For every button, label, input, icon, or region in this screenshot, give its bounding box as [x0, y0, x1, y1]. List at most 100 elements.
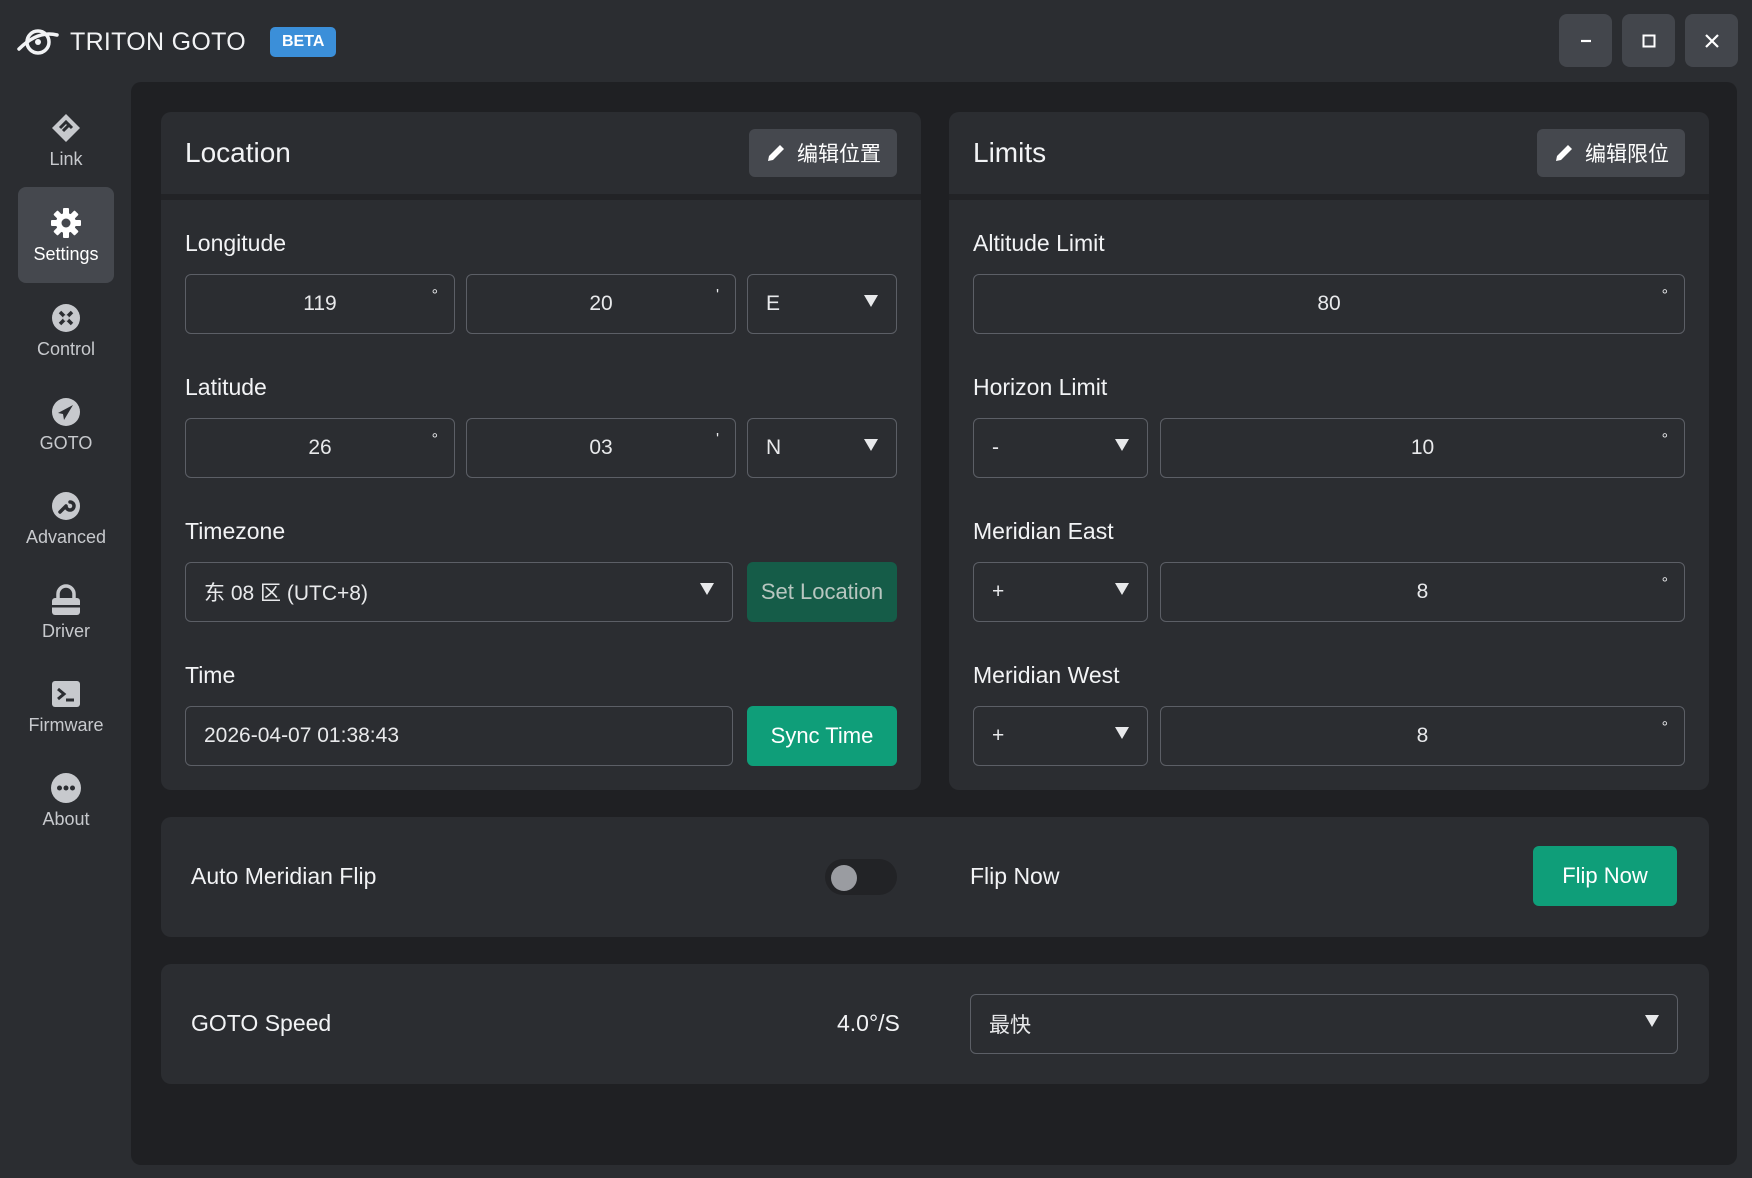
- goto-speed-select[interactable]: 最快: [970, 994, 1678, 1054]
- location-card-header: Location 编辑位置: [161, 112, 921, 200]
- sidebar-item-goto[interactable]: GOTO: [18, 376, 114, 472]
- latitude-direction-value: N: [766, 436, 782, 459]
- horizon-limit-input[interactable]: 10 °: [1160, 418, 1685, 478]
- flip-now-label: Flip Now: [970, 863, 1060, 889]
- altitude-limit-input[interactable]: 80 °: [973, 274, 1685, 334]
- more-dots-icon: [51, 772, 81, 803]
- sidebar: Link Settings Control GOTO Advanced Driv…: [0, 82, 131, 1178]
- caret-down-icon: [1645, 1015, 1659, 1027]
- horizon-limit-label: Horizon Limit: [973, 374, 1108, 400]
- sidebar-item-label: Driver: [42, 620, 90, 641]
- horizon-limit-value: 10: [1410, 436, 1435, 459]
- edit-limits-button[interactable]: 编辑限位: [1537, 129, 1685, 177]
- timezone-label: Timezone: [185, 518, 286, 544]
- control-icon: [52, 303, 80, 332]
- goto-speed-value: 4.0°/S: [837, 1010, 900, 1036]
- pencil-icon: [768, 145, 784, 161]
- sidebar-item-link[interactable]: Link: [18, 92, 114, 188]
- longitude-degrees-input[interactable]: 119 °: [185, 274, 455, 334]
- edit-location-label: 编辑位置: [797, 143, 881, 166]
- timezone-select[interactable]: 东 08 区 (UTC+8): [185, 562, 733, 622]
- degree-unit: °: [431, 431, 438, 448]
- time-value: 2026-04-07 01:38:43: [204, 724, 399, 747]
- degree-unit: °: [1661, 719, 1668, 736]
- altitude-limit-label: Altitude Limit: [973, 230, 1105, 256]
- link-icon: [52, 113, 80, 142]
- altitude-limit-value: 80: [1317, 292, 1341, 315]
- flip-now-button[interactable]: Flip Now: [1533, 846, 1677, 906]
- meridian-east-value: 8: [1416, 580, 1429, 603]
- goto-speed-selected: 最快: [989, 1014, 1031, 1037]
- sidebar-item-label: Settings: [33, 243, 99, 264]
- meridian-west-value: 8: [1416, 724, 1429, 747]
- brand: TRITON GOTO BETA: [16, 22, 337, 62]
- title-bar: TRITON GOTO BETA: [0, 0, 1752, 82]
- meridian-west-input[interactable]: 8 °: [1160, 706, 1685, 766]
- latitude-direction-select[interactable]: N: [747, 418, 897, 478]
- limits-card: Limits 编辑限位 Altitude Limit 80 ° Horizon …: [949, 112, 1709, 790]
- sidebar-item-about[interactable]: About: [18, 752, 114, 848]
- caret-down-icon: [1115, 439, 1129, 451]
- auto-meridian-flip-toggle[interactable]: [825, 859, 897, 895]
- edit-limits-label: 编辑限位: [1585, 143, 1669, 166]
- maximize-button[interactable]: [1622, 14, 1675, 67]
- meridian-west-sign-value: +: [992, 724, 1005, 747]
- meridian-west-sign-select[interactable]: +: [973, 706, 1148, 766]
- location-card: Location 编辑位置 Longitude 119 ° 20 ' E Lat…: [161, 112, 921, 790]
- horizon-sign-select[interactable]: -: [973, 418, 1148, 478]
- meridian-flip-card: Auto Meridian Flip Flip Now Flip Now: [161, 817, 1709, 937]
- longitude-direction-select[interactable]: E: [747, 274, 897, 334]
- latitude-degrees-value: 26: [308, 436, 332, 459]
- longitude-minutes-value: 20: [589, 292, 613, 315]
- latitude-minutes-input[interactable]: 03 ': [466, 418, 736, 478]
- limits-card-header: Limits 编辑限位: [949, 112, 1709, 200]
- minute-unit: ': [715, 431, 719, 448]
- navigation-arrow-icon: [52, 397, 80, 426]
- latitude-minutes-value: 03: [589, 436, 613, 459]
- sidebar-item-firmware[interactable]: Firmware: [18, 658, 114, 754]
- latitude-label: Latitude: [185, 374, 267, 400]
- sidebar-item-driver[interactable]: Driver: [18, 564, 114, 660]
- goto-speed-label: GOTO Speed: [191, 1010, 332, 1036]
- latitude-degrees-input[interactable]: 26 °: [185, 418, 455, 478]
- edit-location-button[interactable]: 编辑位置: [749, 129, 897, 177]
- limits-title: Limits: [973, 137, 1047, 168]
- meridian-east-sign-select[interactable]: +: [973, 562, 1148, 622]
- auto-meridian-flip-label: Auto Meridian Flip: [191, 863, 377, 889]
- time-input[interactable]: 2026-04-07 01:38:43: [185, 706, 733, 766]
- sidebar-item-label: GOTO: [39, 432, 93, 453]
- lock-icon: [52, 583, 80, 615]
- time-label: Time: [185, 662, 236, 688]
- meridian-east-input[interactable]: 8 °: [1160, 562, 1685, 622]
- horizon-sign-value: -: [992, 436, 999, 459]
- longitude-direction-value: E: [766, 292, 781, 315]
- caret-down-icon: [700, 583, 714, 595]
- gear-icon: [51, 207, 81, 238]
- timezone-value: 东 08 区 (UTC+8): [204, 582, 368, 605]
- sidebar-item-label: About: [42, 808, 90, 829]
- pencil-icon: [1556, 145, 1572, 161]
- minimize-icon: [1580, 39, 1591, 42]
- longitude-degrees-value: 119: [303, 292, 337, 315]
- terminal-icon: [52, 680, 80, 707]
- wrench-icon: [52, 491, 80, 520]
- degree-unit: °: [1661, 287, 1668, 304]
- set-location-button[interactable]: Set Location: [747, 562, 897, 622]
- meridian-east-label: Meridian East: [973, 518, 1114, 544]
- maximize-icon: [1642, 34, 1655, 47]
- close-button[interactable]: [1685, 14, 1738, 67]
- sync-time-button[interactable]: Sync Time: [747, 706, 897, 766]
- longitude-minutes-input[interactable]: 20 ': [466, 274, 736, 334]
- app-title: TRITON GOTO: [70, 27, 246, 56]
- sidebar-item-control[interactable]: Control: [18, 282, 114, 378]
- sidebar-item-advanced[interactable]: Advanced: [18, 470, 114, 566]
- caret-down-icon: [864, 439, 878, 451]
- location-title: Location: [185, 137, 291, 168]
- minimize-button[interactable]: [1559, 14, 1612, 67]
- caret-down-icon: [1115, 583, 1129, 595]
- degree-unit: °: [431, 287, 438, 304]
- sidebar-item-settings[interactable]: Settings: [18, 187, 114, 283]
- sidebar-item-label: Control: [36, 338, 96, 359]
- degree-unit: °: [1661, 575, 1668, 592]
- meridian-west-label: Meridian West: [973, 662, 1120, 688]
